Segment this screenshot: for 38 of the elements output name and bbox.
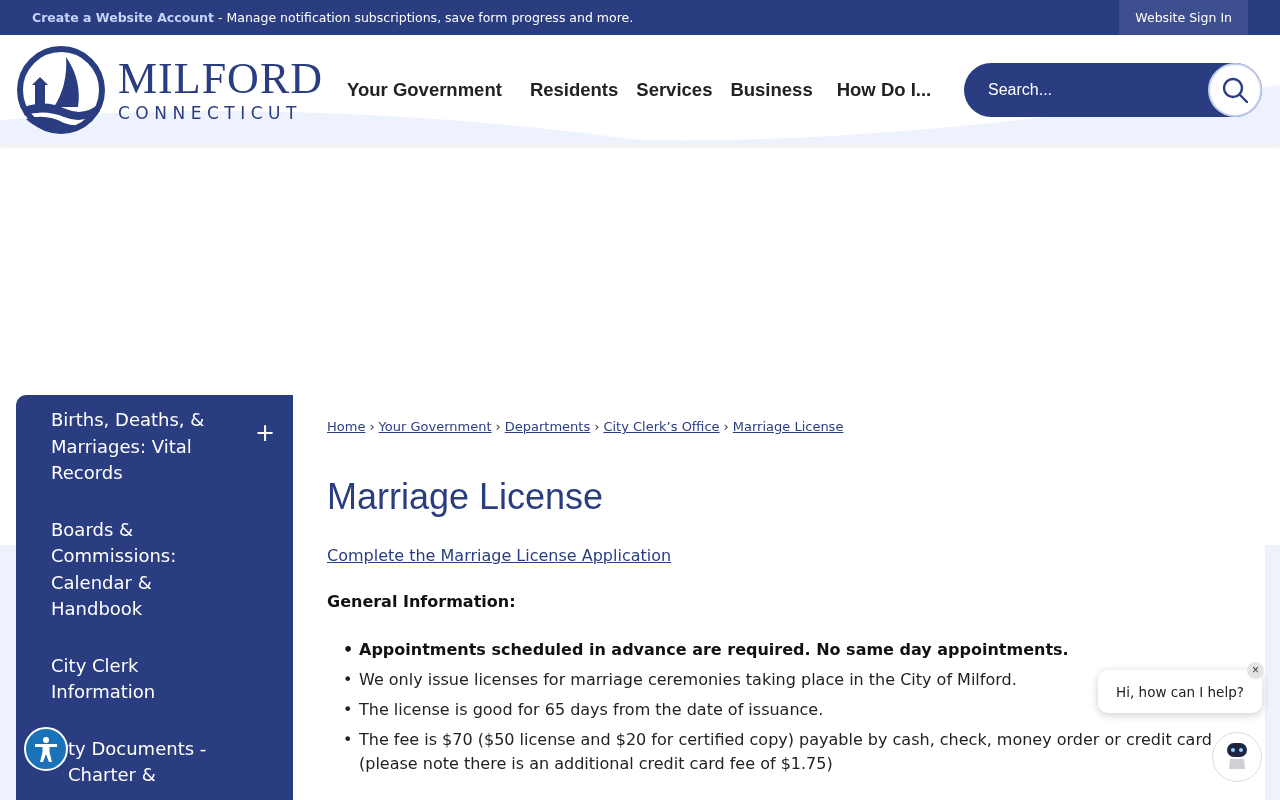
breadcrumb-separator: › — [369, 419, 375, 434]
list-item: The fee is $70 ($50 license and $20 for certified copy) payable by cash, check, money order or credit card (please note there is an additional credit card fee of $1.75) — [359, 729, 1213, 775]
search-icon — [1221, 76, 1249, 104]
nav-link[interactable]: How Do I... — [836, 79, 932, 101]
sidebar-link[interactable]: Births, Deaths, & Marriages: Vital Records — [51, 407, 221, 487]
bullet-marker: • — [343, 729, 354, 751]
sidebar-link[interactable]: City Clerk Information — [51, 652, 221, 706]
bullet-marker: • — [343, 669, 354, 691]
sign-in-button[interactable]: Website Sign In — [1119, 0, 1248, 35]
breadcrumb-link[interactable]: Marriage License — [732, 419, 844, 434]
account-note: - Manage notification subscriptions, save form progress and more. — [218, 10, 634, 25]
logo-icon — [16, 45, 106, 135]
application-link[interactable]: Complete the Marriage License Application — [327, 546, 672, 565]
breadcrumb-link[interactable]: Departments — [504, 419, 591, 434]
sidebar-link[interactable]: Boards & Commissions: Calendar & Handbook — [51, 516, 221, 623]
nav-link[interactable]: Services — [636, 79, 713, 101]
list-item: Appointments scheduled in advance are required. No same day appointments. — [359, 639, 1069, 661]
breadcrumb-link[interactable]: Home — [327, 419, 366, 434]
list-item: The license is good for 65 days from the date of issuance. — [359, 699, 824, 721]
breadcrumb-link[interactable]: Your Government — [378, 419, 492, 434]
nav-link[interactable]: Your Government — [347, 79, 502, 101]
create-account-link[interactable]: Create a Website Account — [32, 10, 214, 25]
bullet-marker: • — [343, 639, 355, 661]
logo-subtitle: CONNECTICUT — [118, 103, 303, 123]
sidebar-link[interactable]: ty Documents - Charter & — [68, 735, 238, 789]
page-title: Marriage License — [327, 476, 605, 518]
chat-greeting: Hi, how can I help? — [1116, 683, 1244, 700]
expand-button[interactable]: + — [254, 419, 275, 447]
breadcrumb-separator: › — [495, 419, 501, 434]
bullet-marker: • — [343, 699, 354, 721]
list-item: We only issue licenses for marriage ceremonies taking place in the City of Milford. — [359, 669, 1017, 691]
nav-link[interactable]: Business — [730, 79, 813, 101]
nav-link[interactable]: Residents — [529, 79, 619, 101]
section-heading: General Information: — [327, 592, 516, 611]
breadcrumb-separator: › — [723, 419, 729, 434]
breadcrumb-separator: › — [594, 419, 600, 434]
breadcrumb-link[interactable]: City Clerk’s Office — [603, 419, 720, 434]
logo-title: MILFORD — [118, 57, 324, 101]
